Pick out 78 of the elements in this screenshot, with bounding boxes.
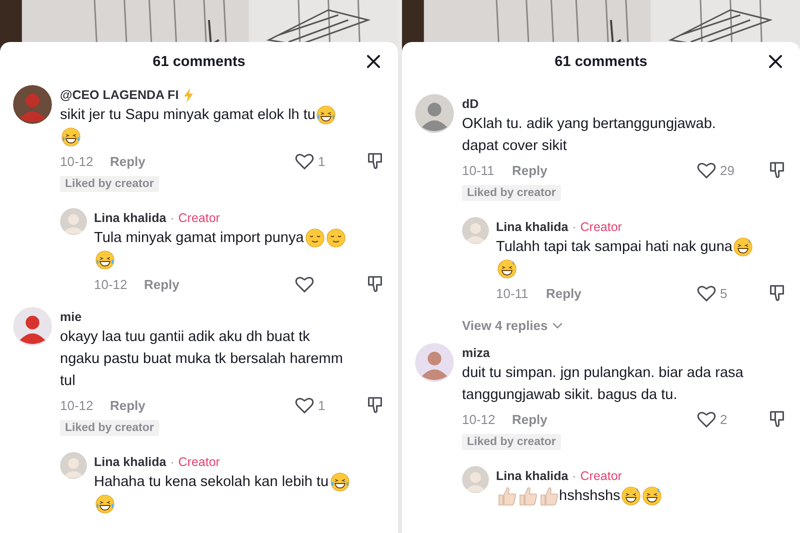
comment-date: 10-12 — [60, 398, 94, 412]
laughing-face-icon — [95, 250, 115, 270]
thumbs-up-icon — [497, 486, 517, 506]
close-icon[interactable] — [769, 55, 782, 68]
panel-title: 61 comments — [152, 54, 246, 70]
liked-by-creator-badge: Liked by creator — [462, 185, 561, 201]
comment-text: Tula minyak gamat import punya — [94, 229, 304, 248]
liked-by-creator-badge: Liked by creator — [462, 434, 561, 450]
comment-text: tul — [60, 372, 76, 391]
avatar[interactable] — [415, 94, 454, 133]
comment-text: duit tu simpan. jgn pulangkan. biar ada rasa — [462, 364, 744, 383]
like-count: 2 — [720, 412, 728, 426]
username[interactable]: Lina khalida — [496, 220, 568, 234]
smiling-face-icon — [326, 228, 346, 248]
grinning-face-icon — [733, 237, 754, 257]
avatar[interactable] — [13, 307, 52, 346]
heart-icon[interactable] — [295, 396, 314, 414]
thumbs-up-icon — [539, 486, 559, 506]
heart-icon[interactable] — [295, 152, 314, 170]
creator-label: Creator — [178, 211, 220, 225]
dislike-icon[interactable] — [769, 161, 785, 179]
comment-text: Tulahh tapi tak sampai hati nak guna — [496, 238, 732, 257]
heart-icon[interactable] — [697, 162, 716, 178]
avatar[interactable] — [13, 85, 52, 124]
close-icon[interactable] — [367, 55, 380, 68]
separator-dot: · — [572, 469, 576, 483]
laughing-face-icon — [95, 494, 115, 514]
creator-label: Creator — [580, 220, 622, 234]
comment-text: tanggungjawab sikit. bagus da tu. — [462, 386, 678, 405]
dislike-icon[interactable] — [769, 284, 785, 302]
like-count: 1 — [318, 154, 326, 168]
username[interactable]: Lina khalida — [94, 211, 166, 225]
grinning-face-icon — [642, 486, 662, 506]
laughing-face-icon — [61, 127, 81, 147]
comment-date: 10-12 — [60, 154, 94, 168]
grinning-face-icon — [497, 259, 517, 279]
dislike-icon[interactable] — [367, 152, 383, 170]
like-count: 5 — [720, 286, 728, 300]
comment-date: 10-11 — [462, 162, 496, 178]
comment-date: 10-12 — [94, 276, 128, 292]
chevron-down-icon — [552, 322, 563, 329]
dislike-icon[interactable] — [367, 275, 383, 293]
lightning-icon — [182, 88, 194, 102]
username[interactable]: Lina khalida — [496, 469, 568, 483]
heart-icon[interactable] — [697, 284, 716, 302]
comment-text: okayy laa tuu gantii adik aku dh buat tk — [60, 328, 310, 347]
creator-label: Creator — [178, 455, 220, 469]
comment-date: 10-11 — [496, 286, 530, 300]
laughing-face-icon — [316, 105, 336, 125]
heart-icon[interactable] — [295, 276, 314, 292]
comment-text: OKlah tu. adik yang bertanggungjawab. — [462, 115, 716, 134]
grinning-face-icon — [621, 486, 642, 506]
liked-by-creator-badge: Liked by creator — [60, 176, 159, 192]
liked-by-creator-badge: Liked by creator — [60, 420, 159, 436]
username[interactable]: Lina khalida — [94, 455, 166, 469]
comment-date: 10-12 — [462, 412, 496, 426]
like-count: 29 — [720, 162, 734, 178]
username[interactable]: miza — [462, 346, 490, 360]
comment-text: ngaku pastu buat muka tk bersalah haremm — [60, 350, 343, 369]
username[interactable]: dD — [462, 97, 479, 111]
username[interactable]: @CEO LAGENDA FI — [60, 88, 179, 102]
comment-text: dapat cover sikit — [462, 137, 567, 156]
thumbs-up-icon — [518, 486, 538, 506]
comment-text: Hahaha tu kena sekolah kan lebih tu — [94, 473, 329, 492]
smiling-face-icon — [304, 228, 325, 248]
separator-dot: · — [170, 455, 174, 469]
dislike-icon[interactable] — [769, 410, 785, 428]
like-count: 1 — [318, 398, 326, 412]
comment-text: sikit jer tu Sapu minyak gamat elok lh tu — [60, 106, 316, 125]
panel-title: 61 comments — [554, 54, 648, 70]
heart-icon[interactable] — [697, 410, 716, 428]
dislike-icon[interactable] — [367, 396, 383, 414]
comment-text: hshshshs — [559, 487, 620, 506]
laughing-face-icon — [330, 472, 350, 492]
separator-dot: · — [170, 211, 174, 225]
creator-label: Creator — [580, 469, 622, 483]
separator-dot: · — [572, 220, 576, 234]
username[interactable]: mie — [60, 310, 82, 324]
